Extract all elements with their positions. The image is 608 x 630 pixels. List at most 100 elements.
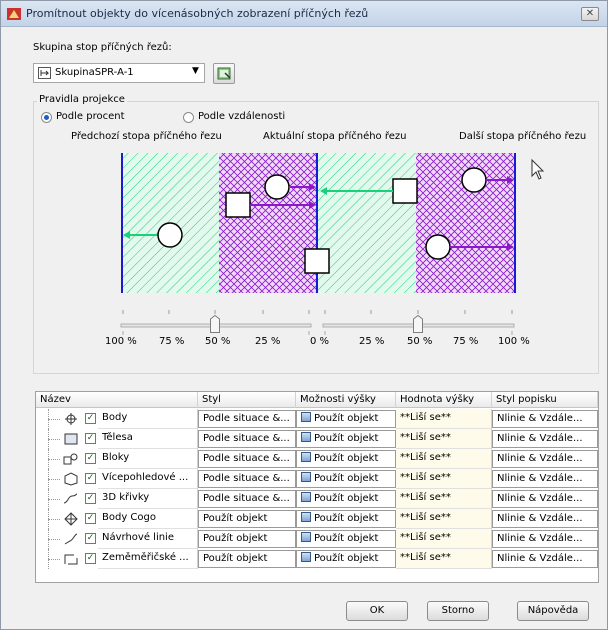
chevron-down-icon[interactable]: ▼ bbox=[192, 66, 199, 76]
row-style[interactable]: Podle situace &... bbox=[198, 450, 296, 468]
row-enable-checkbox[interactable]: ✓ bbox=[85, 513, 96, 524]
header-height-options[interactable]: Možnosti výšky bbox=[296, 392, 396, 408]
header-name[interactable]: Název bbox=[36, 392, 198, 408]
row-style[interactable]: Použít objekt bbox=[198, 530, 296, 548]
row-height-option-text: Použít objekt bbox=[314, 433, 379, 444]
row-enable-checkbox[interactable]: ✓ bbox=[85, 473, 96, 484]
row-height-option[interactable]: Použít objekt bbox=[296, 410, 396, 428]
label-previous-sample-line: Předchozí stopa příčného řezu bbox=[71, 131, 222, 142]
survey-figure-icon bbox=[64, 554, 78, 565]
radio-by-percent[interactable] bbox=[41, 112, 52, 123]
object-icon bbox=[301, 452, 311, 462]
square-marker bbox=[304, 248, 330, 274]
tick-label: 100 % bbox=[498, 336, 530, 347]
header-style[interactable]: Styl bbox=[198, 392, 296, 408]
multiview-icon bbox=[64, 472, 78, 486]
table-row[interactable]: ✓ Tělesa Podle situace &... Použít objekt **… bbox=[36, 429, 598, 449]
radio-by-distance-label[interactable]: Podle vzdálenosti bbox=[198, 111, 285, 122]
square-marker bbox=[225, 192, 251, 218]
row-enable-checkbox[interactable]: ✓ bbox=[85, 553, 96, 564]
zone-prev-purple bbox=[219, 153, 317, 293]
section-group-icon bbox=[38, 67, 51, 79]
tick-label: 75 % bbox=[453, 336, 479, 347]
row-label-style[interactable]: Nlinie & Vzdále... bbox=[492, 510, 598, 528]
row-style[interactable]: Podle situace &... bbox=[198, 470, 296, 488]
pick-from-drawing-button[interactable] bbox=[213, 63, 235, 84]
tick-label: 0 % bbox=[310, 336, 330, 347]
row-height-option[interactable]: Použít objekt bbox=[296, 430, 396, 448]
right-slider-thumb[interactable] bbox=[413, 314, 423, 333]
row-label-style[interactable]: Nlinie & Vzdále... bbox=[492, 550, 598, 568]
row-height-option-text: Použít objekt bbox=[314, 513, 379, 524]
row-height-value[interactable]: **Liší se** bbox=[396, 469, 492, 489]
header-label-style[interactable]: Styl popisku bbox=[492, 392, 598, 408]
title-bar[interactable]: Promítnout objekty do vícenásobných zobr… bbox=[1, 1, 607, 27]
point-marker bbox=[157, 222, 183, 248]
row-height-value[interactable]: **Liší se** bbox=[396, 489, 492, 509]
row-label-style[interactable]: Nlinie & Vzdále... bbox=[492, 450, 598, 468]
table-header: Název Styl Možnosti výšky Hodnota výšky … bbox=[36, 392, 598, 408]
row-height-option[interactable]: Použít objekt bbox=[296, 490, 396, 508]
row-style[interactable]: Použít objekt bbox=[198, 550, 296, 568]
3d-curve-icon bbox=[63, 493, 78, 504]
row-height-option[interactable]: Použít objekt bbox=[296, 530, 396, 548]
group-combobox[interactable]: SkupinaSPR-A-1 ▼ bbox=[33, 63, 205, 83]
left-slider-thumb[interactable] bbox=[210, 314, 220, 333]
table-row[interactable]: ✓ Bloky Podle situace &... Použít objekt **L… bbox=[36, 449, 598, 469]
row-height-value[interactable]: **Liší se** bbox=[396, 449, 492, 469]
radio-by-percent-label[interactable]: Podle procent bbox=[56, 111, 125, 122]
tick-label: 75 % bbox=[159, 336, 185, 347]
row-style[interactable]: Použít objekt bbox=[198, 510, 296, 528]
row-height-option[interactable]: Použít objekt bbox=[296, 510, 396, 528]
table-row[interactable]: ✓ Návrhové linie Použít objekt Použít objek… bbox=[36, 529, 598, 549]
row-enable-checkbox[interactable]: ✓ bbox=[85, 533, 96, 544]
row-label-style[interactable]: Nlinie & Vzdále... bbox=[492, 430, 598, 448]
row-label-style[interactable]: Nlinie & Vzdále... bbox=[492, 530, 598, 548]
object-icon bbox=[301, 472, 311, 482]
row-enable-checkbox[interactable]: ✓ bbox=[85, 433, 96, 444]
cancel-button[interactable]: Storno bbox=[427, 601, 489, 621]
table-row[interactable]: ✓ Vícepohledové ... Podle situace &... Použ… bbox=[36, 469, 598, 489]
row-style[interactable]: Podle situace &... bbox=[198, 410, 296, 428]
help-button[interactable]: Nápověda bbox=[517, 601, 589, 621]
row-height-option-text: Použít objekt bbox=[314, 553, 379, 564]
tick-label: 25 % bbox=[359, 336, 385, 347]
point-icon bbox=[65, 413, 77, 425]
row-height-value[interactable]: **Liší se** bbox=[396, 549, 492, 569]
row-height-value[interactable]: **Liší se** bbox=[396, 429, 492, 449]
radio-by-distance[interactable] bbox=[183, 112, 194, 123]
window-title: Promítnout objekty do vícenásobných zobr… bbox=[26, 7, 369, 20]
row-name: Body Cogo bbox=[98, 509, 198, 529]
ok-button[interactable]: OK bbox=[346, 601, 408, 621]
row-height-value[interactable]: **Liší se** bbox=[396, 409, 492, 429]
row-label-style[interactable]: Nlinie & Vzdále... bbox=[492, 410, 598, 428]
header-height-value[interactable]: Hodnota výšky bbox=[396, 392, 492, 408]
row-height-value[interactable]: **Liší se** bbox=[396, 509, 492, 529]
row-style[interactable]: Podle situace &... bbox=[198, 430, 296, 448]
solid-icon bbox=[64, 433, 78, 445]
row-enable-checkbox[interactable]: ✓ bbox=[85, 453, 96, 464]
row-height-option[interactable]: Použít objekt bbox=[296, 550, 396, 568]
tick-label: 50 % bbox=[205, 336, 231, 347]
mouse-cursor-icon bbox=[531, 158, 545, 180]
row-enable-checkbox[interactable]: ✓ bbox=[85, 493, 96, 504]
table-row[interactable]: ✓ Body Cogo Použít objekt Použít objekt **Li… bbox=[36, 509, 598, 529]
table-row[interactable]: ✓ Body Podle situace &... Použít objekt **Li… bbox=[36, 409, 598, 429]
point-marker bbox=[425, 234, 451, 260]
row-height-option[interactable]: Použít objekt bbox=[296, 450, 396, 468]
table-row[interactable]: ✓ 3D křivky Podle situace &... Použít objek… bbox=[36, 489, 598, 509]
row-label-style[interactable]: Nlinie & Vzdále... bbox=[492, 470, 598, 488]
row-enable-checkbox[interactable]: ✓ bbox=[85, 413, 96, 424]
table-row[interactable]: ✓ Zeměměřičské ... Použít objekt Použít obj… bbox=[36, 549, 598, 569]
row-height-option[interactable]: Použít objekt bbox=[296, 470, 396, 488]
tick-label: 100 % bbox=[105, 336, 137, 347]
row-style[interactable]: Podle situace &... bbox=[198, 490, 296, 508]
row-name: Zeměměřičské ... bbox=[98, 549, 198, 569]
row-label-style[interactable]: Nlinie & Vzdále... bbox=[492, 490, 598, 508]
row-height-value[interactable]: **Liší se** bbox=[396, 529, 492, 549]
close-button[interactable]: ✕ bbox=[581, 7, 599, 21]
object-icon bbox=[301, 492, 311, 502]
cogo-point-icon bbox=[64, 512, 78, 526]
pick-icon bbox=[217, 67, 231, 80]
object-icon bbox=[301, 532, 311, 542]
